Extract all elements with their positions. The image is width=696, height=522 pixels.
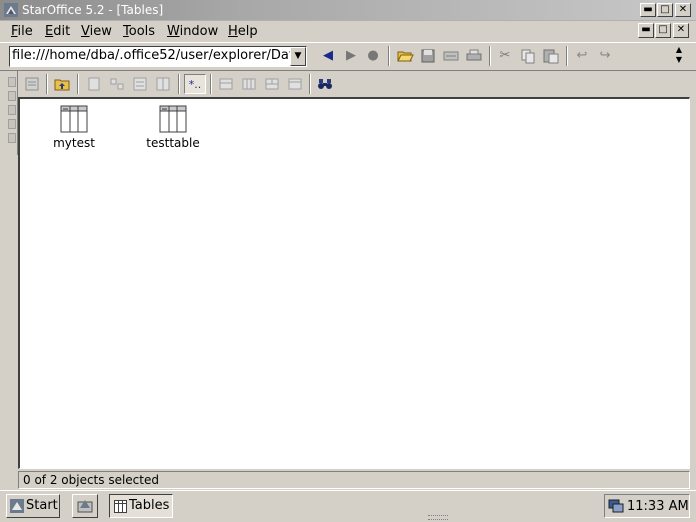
explorer-content-area[interactable]: mytest testtable <box>18 97 690 469</box>
stop-icon[interactable]: ● <box>363 46 383 66</box>
cut-icon[interactable]: ✂ <box>495 46 515 66</box>
large-icons-view-icon[interactable] <box>84 74 104 94</box>
split-layout-icon[interactable] <box>262 74 282 94</box>
vertical-toolbar-button[interactable] <box>8 105 16 115</box>
url-input[interactable]: file:///home/dba/.office52/user/explorer… <box>10 47 290 66</box>
clock: 11:33 AM <box>627 499 689 514</box>
file-item-mytest[interactable]: mytest <box>34 105 114 150</box>
resize-grip[interactable] <box>428 515 448 520</box>
toolbar-separator <box>77 74 79 94</box>
binoculars-icon[interactable] <box>315 74 335 94</box>
paste-icon[interactable] <box>541 46 561 66</box>
staroffice-app-icon[interactable] <box>4 3 18 17</box>
toolbar-separator <box>566 46 568 66</box>
function-bar: file:///home/dba/.office52/user/explorer… <box>0 42 696 71</box>
properties-icon[interactable] <box>22 74 42 94</box>
menu-edit[interactable]: Edit <box>45 24 70 39</box>
toolbar-separator <box>309 74 311 94</box>
doc-close-button[interactable]: ✕ <box>673 23 689 38</box>
toolbar-separator <box>489 46 491 66</box>
list-view-icon[interactable] <box>130 74 150 94</box>
toolbar-separator <box>178 74 180 94</box>
details-view-icon[interactable] <box>153 74 173 94</box>
field-layout-icon[interactable] <box>216 74 236 94</box>
small-icons-view-icon[interactable] <box>107 74 127 94</box>
redo-icon[interactable]: ↪ <box>595 46 615 66</box>
start-icon <box>10 499 24 513</box>
column-layout-icon[interactable] <box>239 74 259 94</box>
quicklaunch-button[interactable] <box>72 494 98 518</box>
taskbar-item-label: Tables <box>129 498 170 513</box>
table-icon <box>159 105 187 133</box>
preview-layout-icon[interactable] <box>285 74 305 94</box>
menu-help[interactable]: Help <box>228 24 258 39</box>
status-text: 0 of 2 objects selected <box>23 473 159 487</box>
print-icon[interactable] <box>464 46 484 66</box>
close-button[interactable]: ✕ <box>675 3 691 17</box>
minimize-button[interactable]: ▬ <box>640 3 656 17</box>
show-all-filter-icon[interactable]: *.. <box>184 74 206 94</box>
menu-file[interactable]: File <box>11 24 33 39</box>
start-label: Start <box>26 498 58 513</box>
up-one-level-icon[interactable] <box>52 74 72 94</box>
vertical-toolbar-button[interactable] <box>8 119 16 129</box>
start-button[interactable]: Start <box>6 494 60 518</box>
maximize-button[interactable]: □ <box>657 3 673 17</box>
toolbar-separator <box>210 74 212 94</box>
tray-network-icon[interactable] <box>608 499 624 513</box>
taskbar-table-icon <box>114 500 127 513</box>
menu-tools[interactable]: Tools <box>123 24 155 39</box>
doc-minimize-button[interactable]: ▬ <box>638 23 654 38</box>
taskbar-item-tables[interactable]: Tables <box>109 494 173 518</box>
url-dropdown-button[interactable]: ▼ <box>290 47 306 66</box>
file-label: mytest <box>53 136 95 150</box>
forward-arrow-icon[interactable]: ▶ <box>341 46 361 66</box>
file-item-testtable[interactable]: testtable <box>133 105 213 150</box>
edit-file-icon[interactable] <box>441 46 461 66</box>
object-bar: *.. <box>0 71 696 97</box>
table-icon <box>60 105 88 133</box>
title-bar[interactable]: StarOffice 5.2 - [Tables] ▬ □ ✕ <box>0 0 696 21</box>
toolbar-separator <box>388 46 390 66</box>
copy-icon[interactable] <box>518 46 538 66</box>
system-tray: 11:33 AM <box>604 494 690 518</box>
toolbar-separator <box>46 74 48 94</box>
toolbar-scroll-arrows[interactable]: ▲ ▼ <box>672 45 686 67</box>
menu-view[interactable]: View <box>81 24 112 39</box>
doc-restore-button[interactable]: □ <box>655 23 671 38</box>
open-folder-icon[interactable] <box>395 46 415 66</box>
window-title: StarOffice 5.2 - [Tables] <box>22 3 164 17</box>
status-bar: 0 of 2 objects selected <box>18 471 690 489</box>
file-label: testtable <box>146 136 200 150</box>
undo-icon[interactable]: ↩ <box>572 46 592 66</box>
quicklaunch-staroffice-icon <box>77 500 93 513</box>
taskbar: Start Tables 11:33 AM <box>0 490 696 522</box>
vertical-toolbar-button[interactable] <box>8 133 16 143</box>
save-icon[interactable] <box>418 46 438 66</box>
back-arrow-icon[interactable]: ◀ <box>318 46 338 66</box>
menu-bar: File Edit View Tools Window Help ▬ □ ✕ <box>0 21 696 41</box>
menu-window[interactable]: Window <box>167 24 218 39</box>
url-combobox[interactable]: file:///home/dba/.office52/user/explorer… <box>9 46 307 67</box>
